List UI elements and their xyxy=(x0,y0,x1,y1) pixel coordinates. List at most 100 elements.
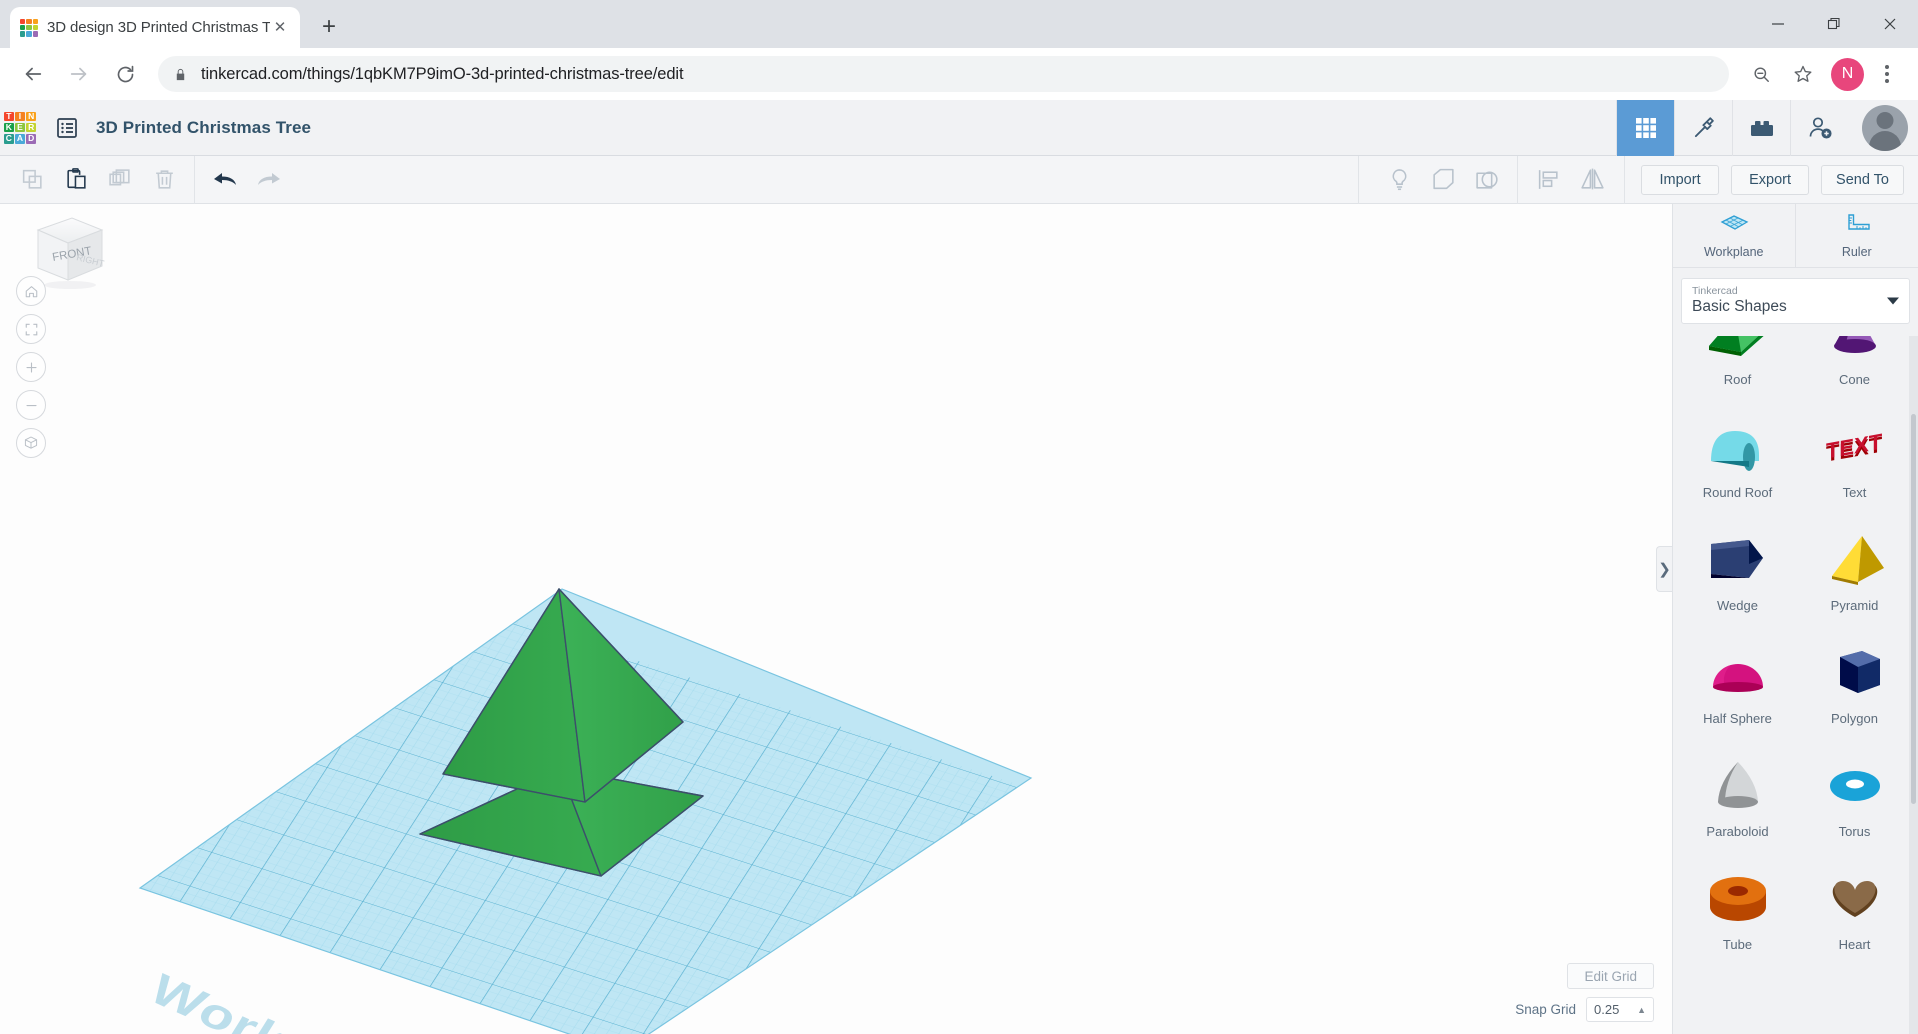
workplane-grid xyxy=(138,588,1033,1034)
shape-label: Tube xyxy=(1722,937,1753,952)
reload-icon[interactable] xyxy=(106,55,144,93)
window-controls xyxy=(1750,0,1918,48)
shape-label: Text xyxy=(1842,485,1867,500)
tinkercad-logo[interactable]: TIN KER CAD xyxy=(4,111,36,144)
send-to-button[interactable]: Send To xyxy=(1821,164,1904,195)
favicon-tile xyxy=(32,24,38,31)
workplane-scene: Workplane xyxy=(0,204,1672,1034)
snap-grid-label: Snap Grid xyxy=(1515,1002,1576,1017)
back-icon[interactable] xyxy=(14,55,52,93)
duplicate-icon[interactable] xyxy=(98,156,142,204)
logo-tile-a: A xyxy=(15,133,25,144)
cone-icon xyxy=(1818,336,1892,370)
shape-item-half-sphere[interactable]: Half Sphere xyxy=(1679,619,1796,732)
favicon-tile xyxy=(26,24,32,31)
shape-item-pyramid[interactable]: Pyramid xyxy=(1796,506,1913,619)
shapes-scroll-area[interactable]: Roof Cone Round Roof TEXT TEXT Text Wedg… xyxy=(1673,336,1918,1034)
heart-icon xyxy=(1818,861,1892,935)
browser-toolbar-right: N xyxy=(1737,56,1904,92)
half-sphere-icon xyxy=(1701,635,1775,709)
logo-tile-i: I xyxy=(15,111,25,122)
shape-label: Cone xyxy=(1838,372,1871,387)
shape-item-heart[interactable]: Heart xyxy=(1796,845,1913,958)
ruler-tool-label: Ruler xyxy=(1841,245,1872,259)
zoom-out-page-icon[interactable] xyxy=(1743,56,1779,92)
app-header: TIN KER CAD 3D Printed Christmas Tree xyxy=(0,99,1918,156)
chevron-down-icon xyxy=(1887,297,1899,305)
new-tab-button[interactable]: + xyxy=(312,10,346,44)
favicon-tile xyxy=(20,24,26,31)
notes-lightbulb-icon[interactable] xyxy=(1377,156,1421,204)
export-button[interactable]: Export xyxy=(1731,164,1810,195)
shape-label: Roof xyxy=(1723,372,1752,387)
shape-label: Pyramid xyxy=(1830,598,1879,613)
address-bar[interactable]: tinkercad.com/things/1qbKM7P9imO-3d-prin… xyxy=(158,56,1729,92)
import-button[interactable]: Import xyxy=(1641,164,1720,195)
mirror-icon[interactable] xyxy=(1570,156,1614,204)
shapes-grid: Roof Cone Round Roof TEXT TEXT Text Wedg… xyxy=(1673,336,1918,958)
shape-item-round-roof[interactable]: Round Roof xyxy=(1679,393,1796,506)
shape-label: Heart xyxy=(1838,937,1871,952)
workplane-icon xyxy=(1720,215,1749,230)
align-icon[interactable] xyxy=(1526,156,1570,204)
browser-titlebar: 3D design 3D Printed Christmas Tree ✕ + xyxy=(0,0,1918,48)
wedge-icon xyxy=(1701,522,1775,596)
shape-item-wedge[interactable]: Wedge xyxy=(1679,506,1796,619)
collapse-panel-button[interactable]: ❯ xyxy=(1656,546,1672,592)
shape-library-select[interactable]: Tinkercad Basic Shapes xyxy=(1681,278,1910,324)
close-tab-icon[interactable]: ✕ xyxy=(270,18,290,38)
shape-item-cone[interactable]: Cone xyxy=(1796,336,1913,393)
scene-svg xyxy=(138,588,1033,1034)
shape-label: Polygon xyxy=(1831,711,1878,726)
snap-grid-select[interactable]: 0.25 ▲ xyxy=(1586,997,1654,1022)
grid-view-icon[interactable] xyxy=(1616,99,1674,156)
browser-tab[interactable]: 3D design 3D Printed Christmas Tree ✕ xyxy=(10,7,300,48)
delete-icon[interactable] xyxy=(142,156,186,204)
panel-top-tools: Workplane Ruler xyxy=(1673,204,1918,268)
logo-tile-c: C xyxy=(4,133,14,144)
toolbar-spacer xyxy=(291,155,1360,204)
bookmark-star-icon[interactable] xyxy=(1785,56,1821,92)
undo-icon[interactable] xyxy=(203,156,247,204)
page-title[interactable]: 3D Printed Christmas Tree xyxy=(96,118,311,138)
toolbar-divider-3 xyxy=(1624,155,1626,204)
workplane-tool-button[interactable]: Workplane xyxy=(1673,204,1796,267)
bricks-icon[interactable] xyxy=(1732,99,1790,156)
ruler-tool-button[interactable]: Ruler xyxy=(1796,204,1918,267)
shape-label: Round Roof xyxy=(1702,485,1773,500)
copy-icon[interactable] xyxy=(10,156,54,204)
favicon-tile xyxy=(20,31,26,37)
shape-library-owner: Tinkercad xyxy=(1692,284,1738,297)
codeblocks-icon[interactable] xyxy=(1674,99,1732,156)
browser-menu-icon[interactable] xyxy=(1870,56,1904,92)
text-icon: TEXT TEXT xyxy=(1818,409,1892,483)
tab-title: 3D design 3D Printed Christmas Tree xyxy=(47,19,270,36)
close-window-icon[interactable] xyxy=(1862,1,1918,47)
logo-tile-r: R xyxy=(26,122,36,133)
shape-label: Wedge xyxy=(1717,598,1758,613)
forward-icon[interactable] xyxy=(60,55,98,93)
user-avatar[interactable] xyxy=(1862,104,1908,151)
round-roof-icon xyxy=(1701,409,1775,483)
redo-icon[interactable] xyxy=(247,156,291,204)
maximize-window-icon[interactable] xyxy=(1806,1,1862,47)
torus-icon xyxy=(1818,748,1892,822)
shape-item-polygon[interactable]: Polygon xyxy=(1796,619,1913,732)
browser-profile-avatar[interactable]: N xyxy=(1831,57,1864,91)
shape-item-tube[interactable]: Tube xyxy=(1679,845,1796,958)
shape-item-paraboloid[interactable]: Paraboloid xyxy=(1679,732,1796,845)
shape-item-text[interactable]: TEXT TEXT Text xyxy=(1796,393,1913,506)
invite-person-icon[interactable] xyxy=(1790,99,1848,156)
design-canvas[interactable]: FRONT RIGHT ❯ Edit Grid Snap Grid 0.25 ▲ xyxy=(0,204,1672,1034)
favicon-tile xyxy=(26,31,32,37)
shape-item-torus[interactable]: Torus xyxy=(1796,732,1913,845)
minimize-window-icon[interactable] xyxy=(1750,1,1806,47)
group-icon[interactable] xyxy=(1421,156,1465,204)
ungroup-icon[interactable] xyxy=(1465,156,1509,204)
tinkercad-favicon-icon xyxy=(20,18,38,37)
shape-item-roof[interactable]: Roof xyxy=(1679,336,1796,393)
document-list-icon[interactable] xyxy=(54,115,80,141)
paste-icon[interactable] xyxy=(54,156,98,204)
edit-grid-button[interactable]: Edit Grid xyxy=(1567,963,1654,989)
grid-controls: Edit Grid Snap Grid 0.25 ▲ xyxy=(1515,963,1654,1022)
